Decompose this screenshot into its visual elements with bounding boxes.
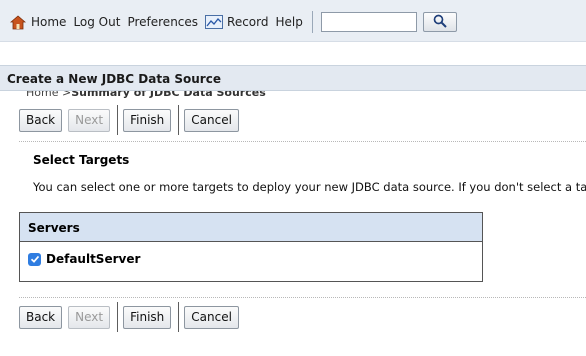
cancel-button[interactable]: Cancel (184, 108, 239, 132)
bottom-button-row: Back Next Finish Cancel (19, 302, 245, 332)
finish-button[interactable]: Finish (123, 108, 172, 132)
cancel-button[interactable]: Cancel (184, 305, 239, 329)
servers-table: Servers DefaultServer (19, 212, 483, 282)
divider (19, 141, 586, 142)
next-button[interactable]: Next (68, 108, 111, 132)
record-link[interactable]: Record (227, 15, 268, 29)
breadcrumb-area: Home >Summary of JDBC Data Sources (0, 42, 586, 99)
record-icon[interactable] (205, 15, 224, 29)
checkmark-icon (30, 255, 39, 263)
panel-header: Create a New JDBC Data Source (0, 65, 586, 91)
search-button[interactable] (422, 12, 457, 32)
server-row[interactable]: DefaultServer (20, 242, 482, 266)
back-button[interactable]: Back (19, 305, 63, 329)
server-checkbox[interactable] (28, 252, 41, 266)
home-link[interactable]: Home (31, 15, 66, 29)
logout-link[interactable]: Log Out (73, 15, 120, 29)
button-divider (178, 302, 180, 332)
preferences-link[interactable]: Preferences (127, 15, 198, 29)
toolbar-divider (311, 11, 313, 33)
top-navigation: Home Log Out Preferences Record Help (9, 11, 457, 33)
divider (19, 297, 586, 298)
search-icon (433, 14, 447, 31)
button-divider (117, 105, 119, 135)
top-button-row: Back Next Finish Cancel (19, 105, 245, 135)
select-targets-heading: Select Targets (33, 153, 130, 167)
finish-button[interactable]: Finish (123, 305, 172, 329)
targets-description: You can select one or more targets to de… (33, 180, 586, 194)
button-divider (117, 302, 119, 332)
help-link[interactable]: Help (276, 15, 303, 29)
page-title: Create a New JDBC Data Source (7, 72, 221, 86)
button-divider (178, 105, 180, 135)
next-button[interactable]: Next (68, 305, 111, 329)
back-button[interactable]: Back (19, 108, 63, 132)
servers-header: Servers (20, 213, 482, 242)
search-input[interactable] (320, 12, 417, 32)
top-toolbar: Home Log Out Preferences Record Help (0, 0, 586, 42)
home-icon[interactable] (9, 14, 27, 30)
server-name: DefaultServer (46, 252, 141, 266)
